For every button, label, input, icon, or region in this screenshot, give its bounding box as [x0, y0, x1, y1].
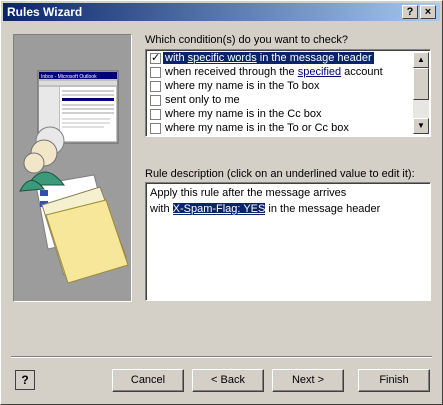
finish-button[interactable]: Finish	[358, 369, 430, 392]
condition-label: where my name is in the To box	[165, 80, 320, 92]
wizard-illustration: Inbox - Microsoft Outlook	[13, 34, 132, 302]
condition-item-account[interactable]: when received through the specified acco…	[148, 66, 412, 80]
header-value-link[interactable]: X-Spam-Flag: YES	[172, 203, 266, 215]
description-heading: Rule description (click on an underlined…	[145, 168, 415, 180]
scroll-up-icon[interactable]: ▲	[413, 52, 429, 68]
illustration-window-title: Inbox - Microsoft Outlook	[41, 74, 97, 80]
condition-link[interactable]: specified	[298, 66, 341, 78]
condition-label: where my name is in the Cc box	[165, 108, 322, 120]
help-title-button[interactable]: ?	[402, 5, 418, 19]
condition-item-to-or-cc-box[interactable]: where my name is in the To or Cc box	[148, 122, 412, 136]
condition-item-only-me[interactable]: sent only to me	[148, 94, 412, 108]
rule-description-box: Apply this rule after the message arrive…	[145, 182, 431, 301]
back-button[interactable]: < Back	[192, 369, 264, 392]
help-icon[interactable]: ?	[15, 370, 35, 390]
illustration-graphic: Inbox - Microsoft Outlook	[19, 70, 129, 284]
condition-checkbox[interactable]	[150, 81, 161, 92]
condition-label: when received through the specified acco…	[165, 66, 383, 78]
condition-label: sent only to me	[165, 94, 240, 106]
window-title: Rules Wizard	[7, 5, 83, 19]
description-line-2: with X-Spam-Flag: YES in the message hea…	[150, 203, 381, 215]
next-button[interactable]: Next >	[272, 369, 344, 392]
condition-checkbox[interactable]	[150, 109, 161, 120]
condition-item-to-box[interactable]: where my name is in the To box	[148, 80, 412, 94]
close-button[interactable]: ×	[420, 5, 436, 19]
condition-checkbox[interactable]	[150, 123, 161, 134]
cancel-button[interactable]: Cancel	[112, 369, 184, 392]
condition-checkbox[interactable]	[150, 67, 161, 78]
condition-label: where my name is in the To or Cc box	[165, 122, 349, 134]
condition-item-specific-words[interactable]: with specific words in the message heade…	[148, 51, 412, 66]
condition-checkbox[interactable]	[150, 95, 161, 106]
rules-wizard-dialog: Rules Wizard ? × Inbox - Microsoft Outlo…	[0, 0, 443, 405]
conditions-scrollbar[interactable]: ▲ ▼	[413, 52, 429, 134]
title-bar: Rules Wizard ? ×	[3, 3, 440, 21]
conditions-list[interactable]: with specific words in the message heade…	[145, 49, 431, 137]
description-line-1: Apply this rule after the message arrive…	[150, 187, 347, 199]
condition-label: with specific words in the message heade…	[163, 52, 374, 64]
conditions-heading: Which condition(s) do you want to check?	[145, 34, 348, 46]
scroll-thumb[interactable]	[413, 68, 429, 100]
button-separator	[11, 356, 432, 358]
scroll-down-icon[interactable]: ▼	[413, 118, 429, 134]
condition-checkbox[interactable]	[150, 51, 161, 64]
condition-link[interactable]: specific words	[188, 52, 257, 64]
condition-item-cc-box[interactable]: where my name is in the Cc box	[148, 108, 412, 122]
